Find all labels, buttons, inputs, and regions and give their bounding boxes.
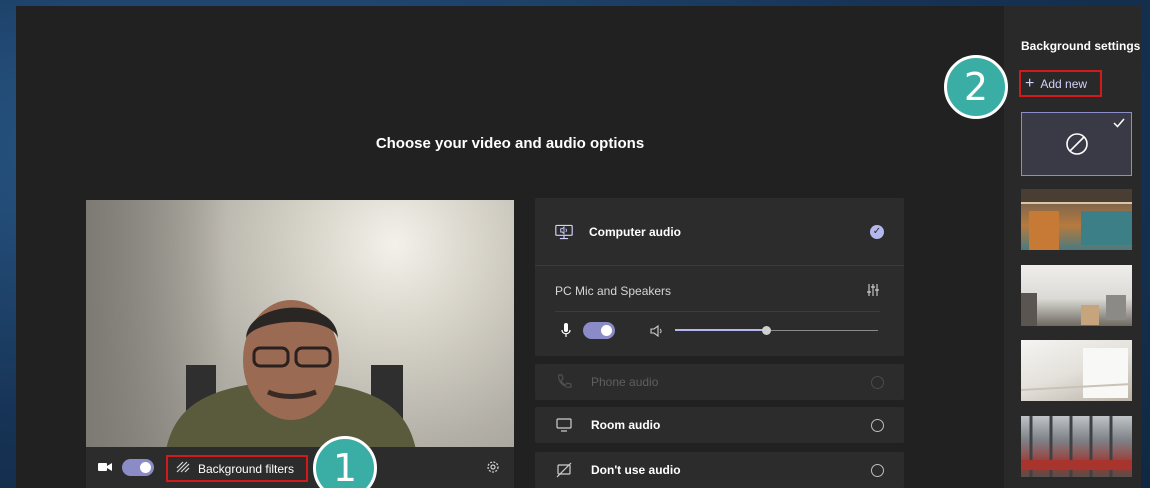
no-audio-option[interactable]: Don't use audio (535, 452, 904, 488)
selected-checkmark-icon (1113, 115, 1125, 133)
page-title: Choose your video and audio options (375, 135, 645, 152)
audio-settings-sliders-icon[interactable] (866, 284, 880, 299)
background-thumbnail-windows[interactable] (1021, 416, 1132, 477)
video-preview: Background filters (86, 200, 514, 488)
background-thumbnail-office[interactable] (1021, 189, 1132, 250)
speaker-off-icon (555, 461, 573, 479)
divider (555, 311, 880, 312)
phone-audio-option: Phone audio (535, 364, 904, 400)
room-audio-radio[interactable] (871, 418, 884, 432)
background-settings-title: Background settings (1021, 39, 1141, 53)
room-audio-label: Room audio (591, 418, 661, 432)
background-none-thumbnail[interactable] (1021, 112, 1132, 176)
step-2-badge: 2 (944, 55, 1008, 119)
add-new-button[interactable]: + Add new (1019, 70, 1102, 97)
phone-icon (555, 373, 573, 391)
room-display-icon (555, 416, 573, 434)
background-filters-button[interactable]: Background filters (166, 455, 308, 482)
background-thumbnail-white-room[interactable] (1021, 265, 1132, 326)
audio-device-row[interactable]: PC Mic and Speakers (555, 284, 880, 299)
volume-slider[interactable] (675, 326, 878, 335)
volume-slider-fill (675, 329, 766, 331)
background-filters-icon (176, 461, 190, 476)
microphone-icon (561, 323, 571, 343)
no-background-icon (1065, 133, 1088, 155)
computer-audio-card[interactable]: Computer audio ✓ PC Mic and Speakers (535, 198, 904, 356)
audio-control-row (555, 322, 880, 339)
computer-audio-label: Computer audio (589, 224, 681, 239)
device-settings-gear-icon[interactable] (486, 460, 500, 477)
phone-audio-label: Phone audio (591, 375, 659, 389)
selected-check-icon: ✓ (870, 224, 884, 239)
audio-device-label: PC Mic and Speakers (555, 284, 672, 298)
video-controls-bar: Background filters (86, 447, 514, 488)
computer-audio-option[interactable]: Computer audio ✓ (535, 198, 904, 266)
camera-feed (86, 200, 514, 447)
no-audio-radio[interactable] (871, 463, 884, 477)
camera-icon (98, 461, 112, 476)
background-settings-panel: Background settings + Add new (1004, 6, 1141, 488)
volume-slider-knob[interactable] (762, 326, 771, 335)
computer-speaker-icon (555, 223, 573, 241)
room-audio-option[interactable]: Room audio (535, 407, 904, 443)
plus-icon: + (1025, 74, 1035, 92)
phone-audio-radio (871, 375, 884, 389)
person-image (166, 300, 416, 447)
background-filters-label: Background filters (198, 461, 295, 476)
camera-toggle[interactable] (122, 459, 154, 476)
background-thumbnail-bright-room[interactable] (1021, 340, 1132, 401)
add-new-label: Add new (1040, 76, 1088, 91)
microphone-toggle[interactable] (583, 322, 615, 339)
speaker-volume-icon (650, 324, 663, 342)
no-audio-label: Don't use audio (591, 463, 681, 477)
prejoin-main: Choose your video and audio options Back… (16, 6, 1004, 488)
